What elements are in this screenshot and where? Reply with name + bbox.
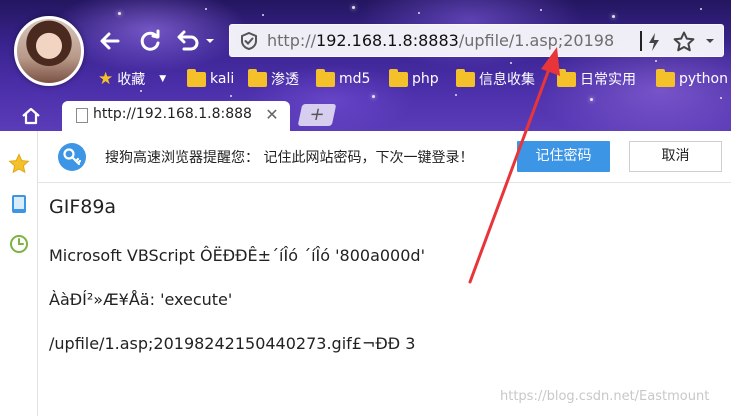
bookmark-folder-pentest[interactable]: 渗透 (248, 67, 299, 91)
bookmark-folder-php[interactable]: php (389, 67, 439, 91)
skin-star (230, 95, 232, 97)
shield-icon[interactable] (239, 31, 259, 51)
bookmark-favorites[interactable]: ★ 收藏 ▼ (98, 67, 166, 91)
browser-chrome: http://192.168.1.8:8883/upfile/1.asp;201… (0, 0, 731, 131)
bookmark-label: 信息收集 (479, 72, 535, 88)
bookmark-label: python (679, 71, 728, 87)
chevron-down-icon[interactable] (704, 36, 716, 46)
key-icon (58, 143, 86, 171)
watermark: https://blog.csdn.net/Eastmount (500, 389, 710, 404)
skin-star (418, 12, 420, 14)
bookmark-folder-kali[interactable]: kali (187, 67, 234, 91)
url-path: /upfile/1.asp;20198 (458, 31, 615, 50)
bookmark-label: php (412, 71, 439, 87)
page-text-type-mismatch: ÀàÐÍ²»Æ¥Åä: 'execute' (49, 290, 233, 309)
folder-icon (187, 68, 206, 87)
back-button[interactable] (96, 27, 124, 55)
bookmark-label: kali (210, 71, 235, 87)
skin-star (455, 94, 457, 96)
folder-icon (316, 68, 335, 87)
cancel-button[interactable]: 取消 (629, 141, 722, 172)
text-cursor (640, 31, 642, 51)
page-text-file-path: /upfile/1.asp;20198242150440273.gif£¬ÐÐ … (49, 334, 416, 353)
bookmark-label: 日常实用 (580, 72, 636, 88)
tablet-icon[interactable] (8, 193, 30, 215)
undo-icon (177, 30, 214, 51)
password-notification-bar: 搜狗高速浏览器提醒您： 记住此网站密码，下次一键登录！ 记住密码 取消 (38, 131, 731, 183)
side-panel (0, 131, 38, 416)
bookmark-label: 渗透 (271, 72, 299, 88)
refresh-icon (140, 29, 160, 51)
bookmark-folder-info-gathering[interactable]: 信息收集 (456, 67, 535, 91)
skin-star (118, 12, 121, 15)
url-text[interactable]: http://192.168.1.8:8883/upfile/1.asp;201… (267, 30, 639, 52)
user-avatar[interactable] (14, 16, 84, 86)
undo-button[interactable] (174, 27, 218, 55)
skin-star (720, 97, 722, 99)
close-icon[interactable]: ✕ (262, 105, 282, 125)
address-bar[interactable]: http://192.168.1.8:8883/upfile/1.asp;201… (229, 24, 724, 57)
folder-icon (248, 68, 267, 87)
home-icon[interactable] (20, 106, 42, 126)
bookmarks-bar: ★ 收藏 ▼ kali 渗透 md5 php 信息收集 日常实用 python (98, 67, 731, 91)
folder-icon (456, 68, 475, 87)
bookmark-folder-md5[interactable]: md5 (316, 67, 370, 91)
save-password-button[interactable]: 记住密码 (517, 141, 610, 172)
url-prefix: http:// (267, 31, 317, 50)
skin-star (352, 6, 355, 9)
skin-star (612, 15, 615, 18)
skin-star (262, 14, 264, 16)
bookmark-label: 收藏 (117, 72, 146, 88)
lightning-icon[interactable] (645, 31, 663, 53)
page-icon (76, 108, 88, 123)
skin-star (510, 62, 512, 64)
notification-message: 搜狗高速浏览器提醒您： 记住此网站密码，下次一键登录！ (105, 150, 474, 166)
bookmark-folder-daily[interactable]: 日常实用 (557, 67, 636, 91)
folder-icon (656, 68, 675, 87)
page-text-vbscript-error: Microsoft VBScript ÔËÐÐÊ±´íÎó ´íÎó '800a… (49, 246, 425, 265)
chevron-down-icon: ▼ (159, 74, 167, 84)
arrow-left-icon (100, 32, 120, 50)
skin-star (372, 95, 375, 98)
skin-star (540, 9, 542, 11)
tab-active[interactable]: http://192.168.1.8:888 ✕ (62, 101, 290, 131)
tab-title: http://192.168.1.8:888 (93, 106, 252, 122)
favorites-star-icon: ★ (98, 69, 114, 89)
refresh-button[interactable] (136, 27, 164, 55)
folder-icon (389, 68, 408, 87)
history-clock-icon[interactable] (8, 233, 30, 255)
bookmark-folder-python[interactable]: python (656, 67, 728, 91)
folder-icon (557, 68, 576, 87)
bookmark-star-icon[interactable] (672, 30, 696, 54)
skin-star (205, 8, 207, 10)
favorites-star-icon[interactable] (8, 153, 30, 175)
page-text-gif-header: GIF89a (49, 196, 117, 218)
bookmark-label: md5 (339, 71, 371, 87)
tab-strip: http://192.168.1.8:888 ✕ + (0, 101, 731, 131)
skin-star (655, 60, 657, 62)
skin-star (700, 8, 702, 10)
url-host: 192.168.1.8:8883 (316, 31, 459, 50)
new-tab-button[interactable]: + (297, 104, 337, 126)
